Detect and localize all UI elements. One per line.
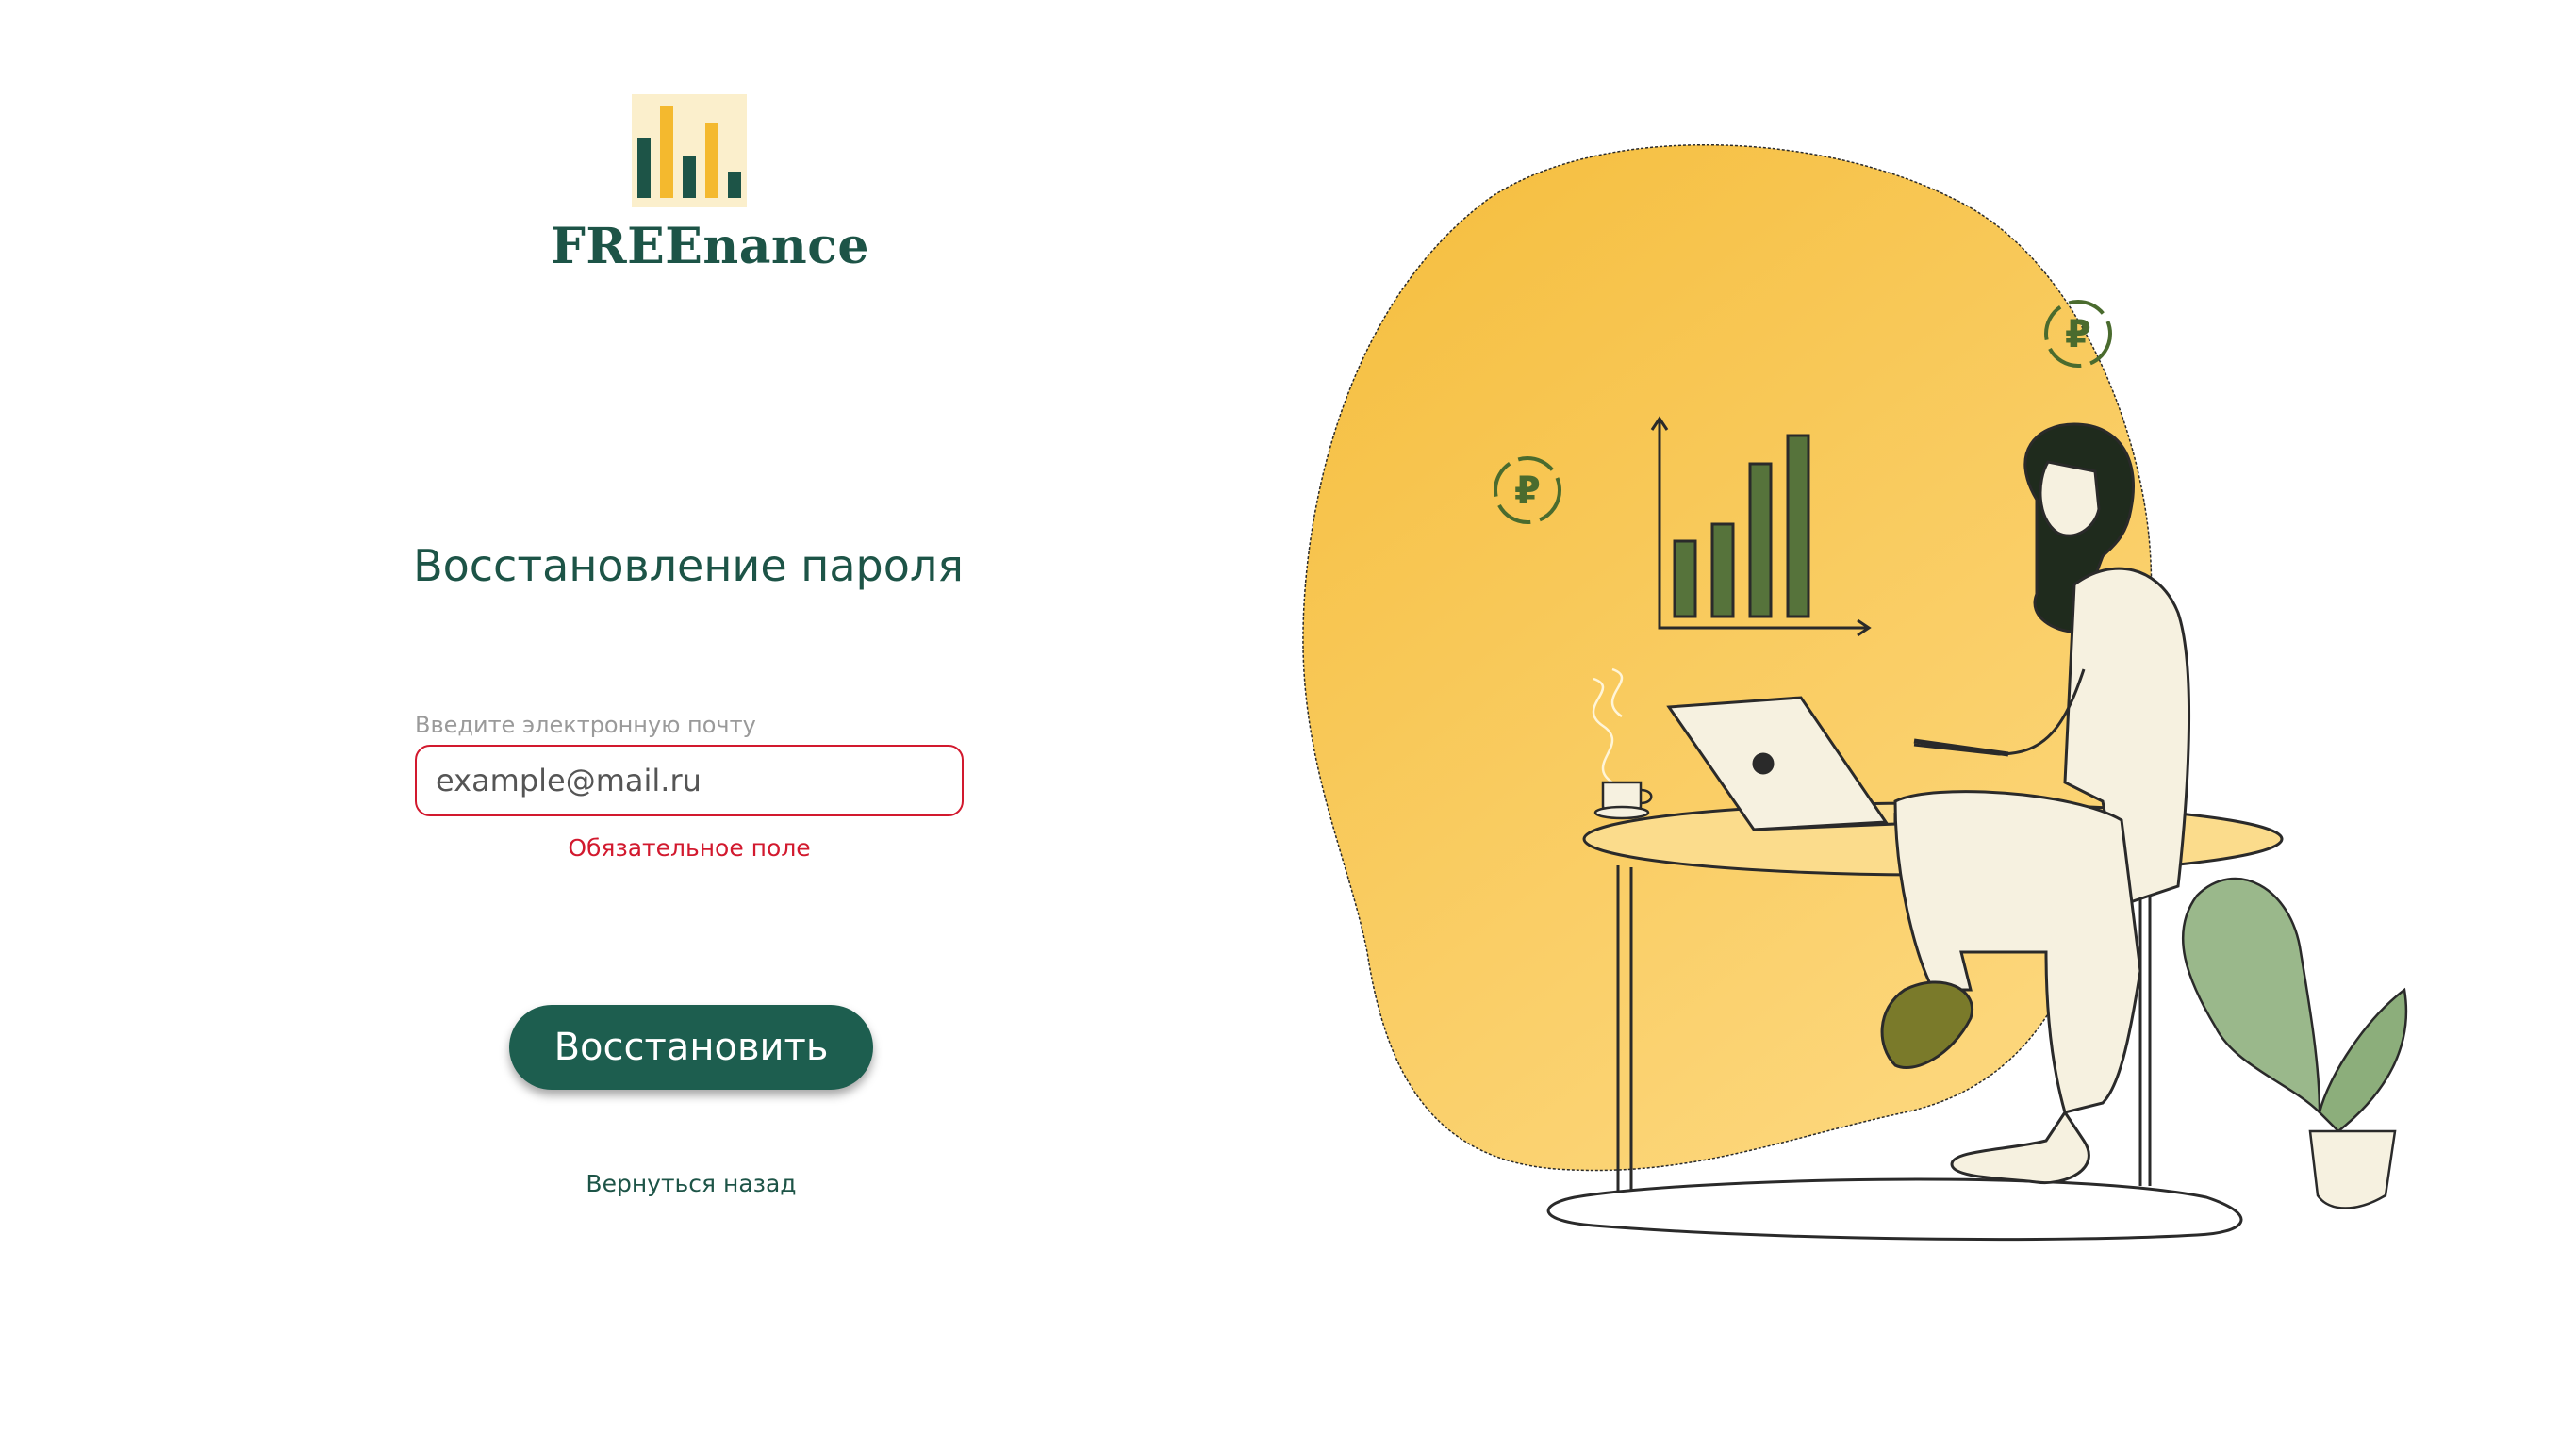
email-field-label: Введите электронную почту [415,712,756,738]
floor-outline [1546,1177,2243,1242]
svg-text:₽: ₽ [2065,313,2091,356]
restore-button[interactable]: Восстановить [509,1005,873,1090]
page-title: Восстановление пароля [413,540,964,591]
svg-text:₽: ₽ [1514,469,1541,513]
required-field-error: Обязательное поле [568,834,811,862]
email-field[interactable] [415,745,964,816]
finance-illustration: ₽ ₽ [1302,144,2408,1242]
potted-plant-icon [2182,877,2408,1209]
back-link[interactable]: Вернуться назад [509,1169,873,1199]
brand-name: FREEnance [551,218,869,275]
logo: FREEnance [551,92,869,281]
yellow-blob-background [1302,144,2153,1172]
bar-chart-logo-icon [632,94,747,207]
